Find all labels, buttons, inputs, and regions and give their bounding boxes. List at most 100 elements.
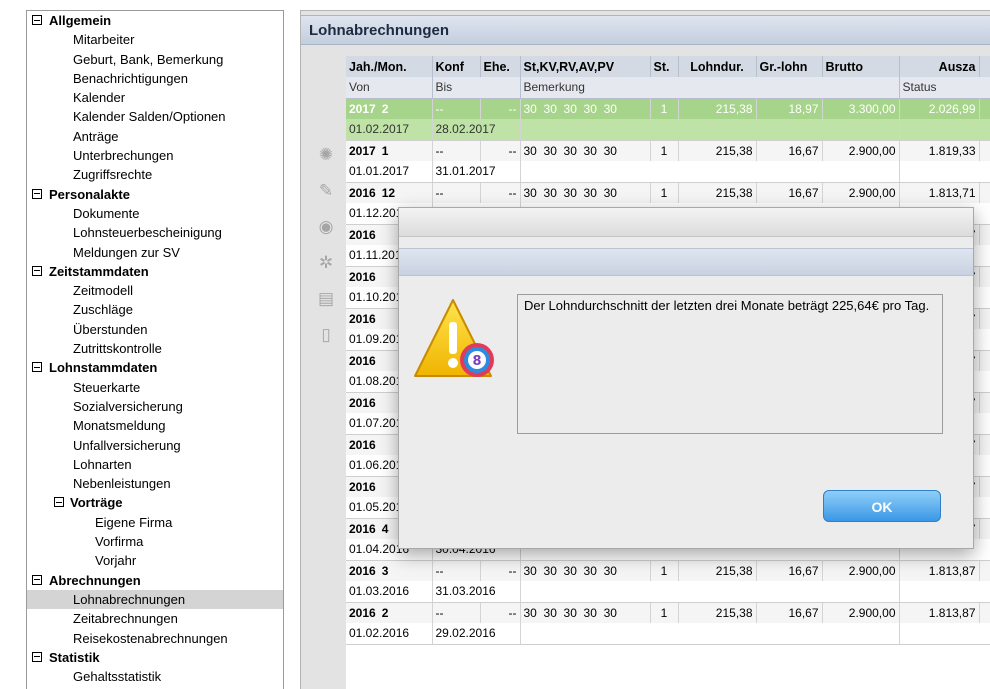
table-row-dates[interactable]: 01.02.2016 29.02.2016 — [346, 623, 990, 645]
table-cell: -- — [432, 98, 481, 119]
col-jahr-mon[interactable]: Jah./Mon. — [346, 56, 433, 77]
tree-item[interactable]: Reisekostenabrechnungen — [27, 629, 283, 648]
col-st[interactable]: St. — [650, 56, 679, 77]
table-cell: 1 — [650, 140, 679, 161]
table-row[interactable]: 2017 2 -- -- 30 30 30 30 30 1 215,38 18,97 3.300… — [346, 98, 990, 119]
col-konf[interactable]: Konf — [432, 56, 481, 77]
row-month: 2 — [381, 101, 389, 116]
row-year: 2016 — [349, 479, 376, 494]
tree-item[interactable]: Zugriffsrechte — [27, 165, 283, 184]
tree-item[interactable]: Benachrichtigungen — [27, 69, 283, 88]
tree-item[interactable]: Gehaltsstatistik — [27, 667, 283, 686]
row-month: 4 — [381, 521, 389, 536]
collapse-icon[interactable] — [32, 362, 42, 373]
eye-icon[interactable]: ◉ — [313, 214, 339, 240]
trash-icon[interactable]: ▯ — [313, 322, 339, 348]
collapse-icon[interactable] — [54, 497, 64, 508]
tree-item[interactable]: Mitarbeiter — [27, 30, 283, 49]
tree-item[interactable]: Lohnarten — [27, 455, 283, 474]
tree-item[interactable]: Steuerkarte — [27, 378, 283, 397]
row-year: 2016 — [349, 521, 376, 536]
tree-item[interactable]: Kalender Salden/Optionen — [27, 107, 283, 126]
tree-item[interactable]: Kalender — [27, 88, 283, 107]
table-cell: -- — [432, 182, 481, 203]
tree-item[interactable]: Monatsmeldung — [27, 416, 283, 435]
tree-item[interactable]: Anträge — [27, 127, 283, 146]
table-cell: 01.02.2016 — [346, 623, 433, 645]
tree-item[interactable]: Sozialversicherung — [27, 397, 283, 416]
table-row-dates[interactable]: 01.02.2017 28.02.2017 — [346, 119, 990, 141]
tree-group-statistik[interactable]: Statistik — [27, 648, 283, 667]
warning-icon: 8 — [411, 296, 511, 388]
collapse-icon[interactable] — [32, 15, 42, 25]
ok-button[interactable]: OK — [823, 490, 941, 522]
col-sv[interactable]: St,KV,RV,AV,PV — [520, 56, 651, 77]
col-brutto[interactable]: Brutto — [822, 56, 900, 77]
tree-item[interactable]: Zuschläge — [27, 300, 283, 319]
gear-icon[interactable]: ✺ — [313, 142, 339, 168]
table-cell: 2.900,00 — [822, 140, 900, 161]
table-cell — [979, 182, 990, 203]
tree-group-lohnstammdaten[interactable]: Lohnstammdaten — [27, 358, 283, 377]
tree-group-allgemein[interactable]: Allgemein — [27, 11, 283, 30]
table-cell: 29.02.2016 — [432, 623, 521, 645]
tree-item[interactable]: Lohnabrechnungen — [27, 589, 283, 610]
tree-group-personalakte[interactable]: Personalakte — [27, 185, 283, 204]
table-cell — [979, 518, 990, 539]
row-year: 2016 — [349, 269, 376, 284]
tree-item[interactable]: Lohnsteuerbescheinigung — [27, 223, 283, 242]
navigation-tree: Allgemein Mitarbeiter Geburt, Bank, Bemerk… — [26, 10, 284, 689]
row-year: 2016 — [349, 395, 376, 410]
table-cell: 2017 1 — [346, 140, 433, 161]
tree-item[interactable]: Überstunden — [27, 320, 283, 339]
tree-group-zeitstammdaten[interactable]: Zeitstammdaten — [27, 262, 283, 281]
table-row[interactable]: 2016 2 -- -- 30 30 30 30 30 1 215,38 16,67 2.900… — [346, 602, 990, 623]
print-icon[interactable]: ▤ — [313, 286, 339, 312]
collapse-icon[interactable] — [32, 265, 42, 276]
message-dialog: 8 Der Lohndurchschnitt der letzten drei … — [398, 207, 974, 549]
tree-item[interactable]: Vorjahr — [27, 551, 283, 570]
tree-item[interactable]: Eigene Firma — [27, 513, 283, 532]
col-grlohn[interactable]: Gr.-lohn — [756, 56, 823, 77]
table-cell: 28.02.2017 — [432, 119, 521, 141]
tree-item[interactable]: Zutrittskontrolle — [27, 339, 283, 358]
tree-subgroup[interactable]: Vorträge — [27, 493, 283, 512]
table-cell — [979, 98, 990, 119]
tree-item[interactable]: Dokumente — [27, 204, 283, 223]
collapse-icon[interactable] — [32, 651, 42, 662]
tree-item[interactable]: Unfallversicherung — [27, 436, 283, 455]
table-cell: 18,97 — [756, 98, 823, 119]
table-row-dates[interactable]: 01.03.2016 31.03.2016 — [346, 581, 990, 603]
table-row[interactable]: 2016 3 -- -- 30 30 30 30 30 1 215,38 16,67 2.900… — [346, 560, 990, 581]
tree-group-abrechnungen[interactable]: Abrechnungen — [27, 571, 283, 590]
table-row[interactable]: 2016 12 -- -- 30 30 30 30 30 1 215,38 16,67 2.90… — [346, 182, 990, 203]
tree-item[interactable]: Nebenleistungen — [27, 474, 283, 493]
table-row[interactable]: 2017 1 -- -- 30 30 30 30 30 1 215,38 16,67 2.900… — [346, 140, 990, 161]
tree-item[interactable]: Geburt, Bank, Bemerkung — [27, 50, 283, 69]
table-cell: 1.813,87 — [899, 602, 980, 623]
table-cell: 30 30 30 30 30 — [520, 182, 651, 203]
collapse-icon[interactable] — [32, 574, 42, 585]
table-cell: 16,67 — [756, 182, 823, 203]
table-cell: 30 30 30 30 30 — [520, 560, 651, 581]
edit-icon[interactable]: ✎ — [313, 178, 339, 204]
tree-item[interactable]: Meldungen zur SV — [27, 243, 283, 262]
table-cell: 2.026,99 — [899, 98, 980, 119]
table-cell: 215,38 — [678, 602, 757, 623]
tree-item[interactable]: Zeitmodell — [27, 281, 283, 300]
col-ehe[interactable]: Ehe. — [480, 56, 521, 77]
tree-item[interactable]: Zeitabrechnungen — [27, 609, 283, 628]
row-year: 2016 — [349, 563, 376, 578]
table-cell: 31.03.2016 — [432, 581, 521, 603]
tree-group-label: Statistik — [49, 649, 100, 665]
table-row-dates[interactable]: 01.01.2017 31.01.2017 — [346, 161, 990, 183]
collapse-icon[interactable] — [32, 188, 42, 199]
col-lohndur[interactable]: Lohndur. — [678, 56, 757, 77]
table-cell — [520, 623, 900, 645]
tree-item[interactable]: Unterbrechungen — [27, 146, 283, 165]
table-cell: 2016 12 — [346, 182, 433, 203]
tree-item[interactable]: Vorfirma — [27, 532, 283, 551]
col-auszahlung[interactable]: Ausza — [899, 56, 980, 77]
tree-group-label: Personalakte — [49, 186, 130, 202]
settings-icon[interactable]: ✲ — [313, 250, 339, 276]
